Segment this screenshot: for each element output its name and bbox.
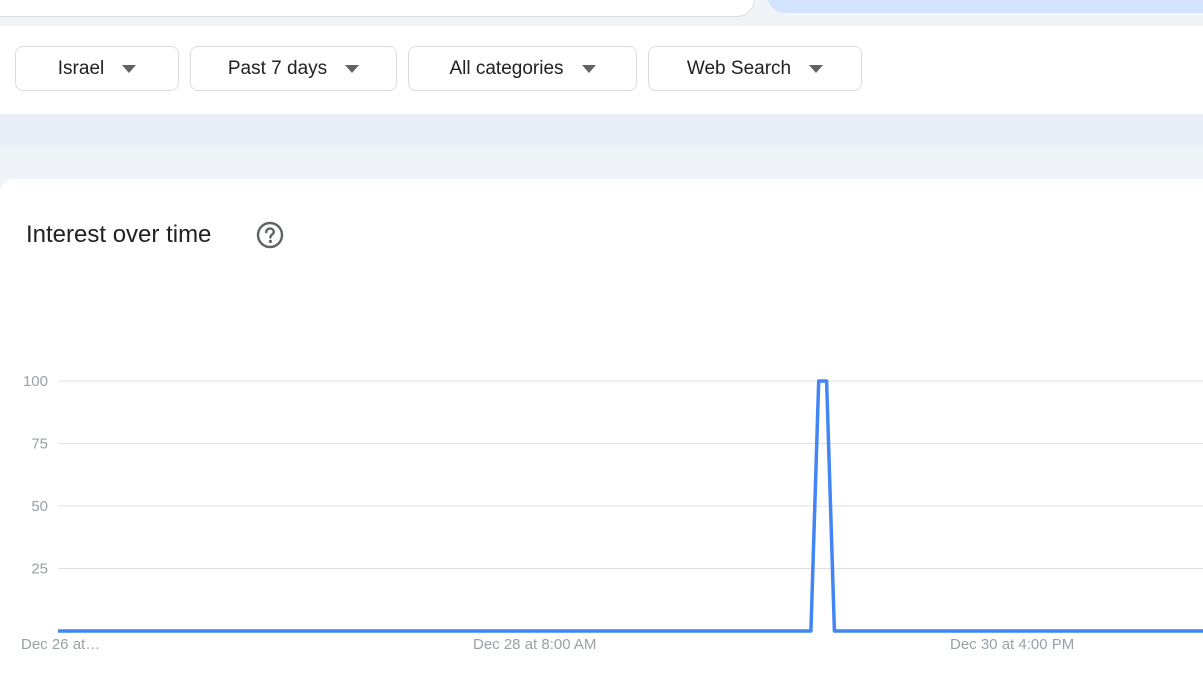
filter-category-label: All categories	[449, 57, 564, 79]
caret-down-icon	[581, 64, 596, 73]
caret-down-icon	[809, 64, 824, 73]
caret-down-icon	[345, 64, 360, 73]
filter-search-type[interactable]: Web Search	[648, 46, 862, 91]
y-tick-label: 25	[31, 561, 48, 578]
x-tick-label: Dec 26 at…	[21, 636, 100, 653]
filter-category[interactable]: All categories	[408, 46, 637, 91]
filter-region-label: Israel	[57, 57, 105, 79]
search-box[interactable]	[0, 0, 755, 17]
card-title: Interest over time	[26, 221, 212, 248]
help-circle-icon[interactable]	[256, 221, 284, 249]
caret-down-icon	[122, 64, 137, 73]
x-tick-label: Dec 28 at 8:00 AM	[473, 636, 596, 653]
filter-time-range-label: Past 7 days	[227, 57, 328, 79]
filter-time-range[interactable]: Past 7 days	[190, 46, 397, 91]
x-tick-label: Dec 30 at 4:00 PM	[950, 636, 1074, 653]
interest-chart: 25 50 75 100 Dec 26 at… Dec 28 at 8:00 AM Dec …	[21, 373, 1203, 653]
compare-box[interactable]	[767, 0, 1203, 13]
y-tick-label: 50	[31, 498, 48, 515]
filter-bar: Israel Past 7 days All categories Web Se…	[0, 26, 1203, 114]
filter-region[interactable]: Israel	[15, 46, 179, 91]
y-tick-label: 100	[23, 373, 48, 390]
divider-band	[0, 114, 1203, 145]
y-tick-label: 75	[31, 436, 48, 453]
filter-search-type-label: Web Search	[686, 57, 792, 79]
